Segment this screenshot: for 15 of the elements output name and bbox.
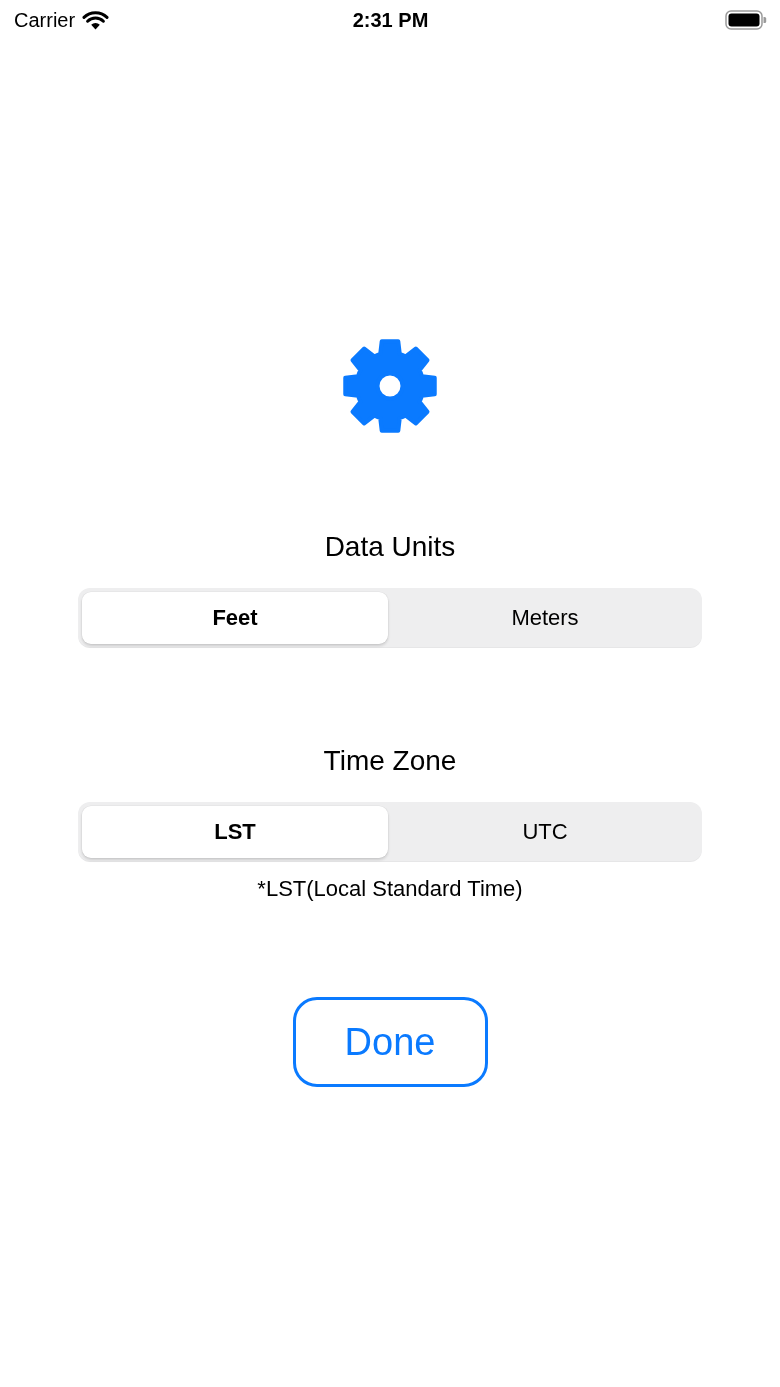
section-title: Data Units xyxy=(324,530,456,564)
segmented-control[interactable]: Feet Meters xyxy=(78,588,702,648)
status-time: 2:31 PM xyxy=(352,8,429,32)
segment-option[interactable]: LST xyxy=(82,806,388,858)
wifi-icon xyxy=(82,10,110,30)
carrier-name: Carrier xyxy=(14,8,76,32)
battery-icon xyxy=(725,10,767,30)
segment-option[interactable]: Meters xyxy=(392,592,698,644)
segment-option[interactable]: UTC xyxy=(392,806,698,858)
done-button[interactable]: Done xyxy=(292,997,488,1087)
section-title: Time Zone xyxy=(323,744,457,778)
segmented-control[interactable]: LST UTC xyxy=(78,802,702,862)
segment-option[interactable]: Feet xyxy=(82,592,388,644)
gear-icon xyxy=(342,338,438,434)
footnote-text: *LST(Local Standard Time) xyxy=(257,876,523,902)
